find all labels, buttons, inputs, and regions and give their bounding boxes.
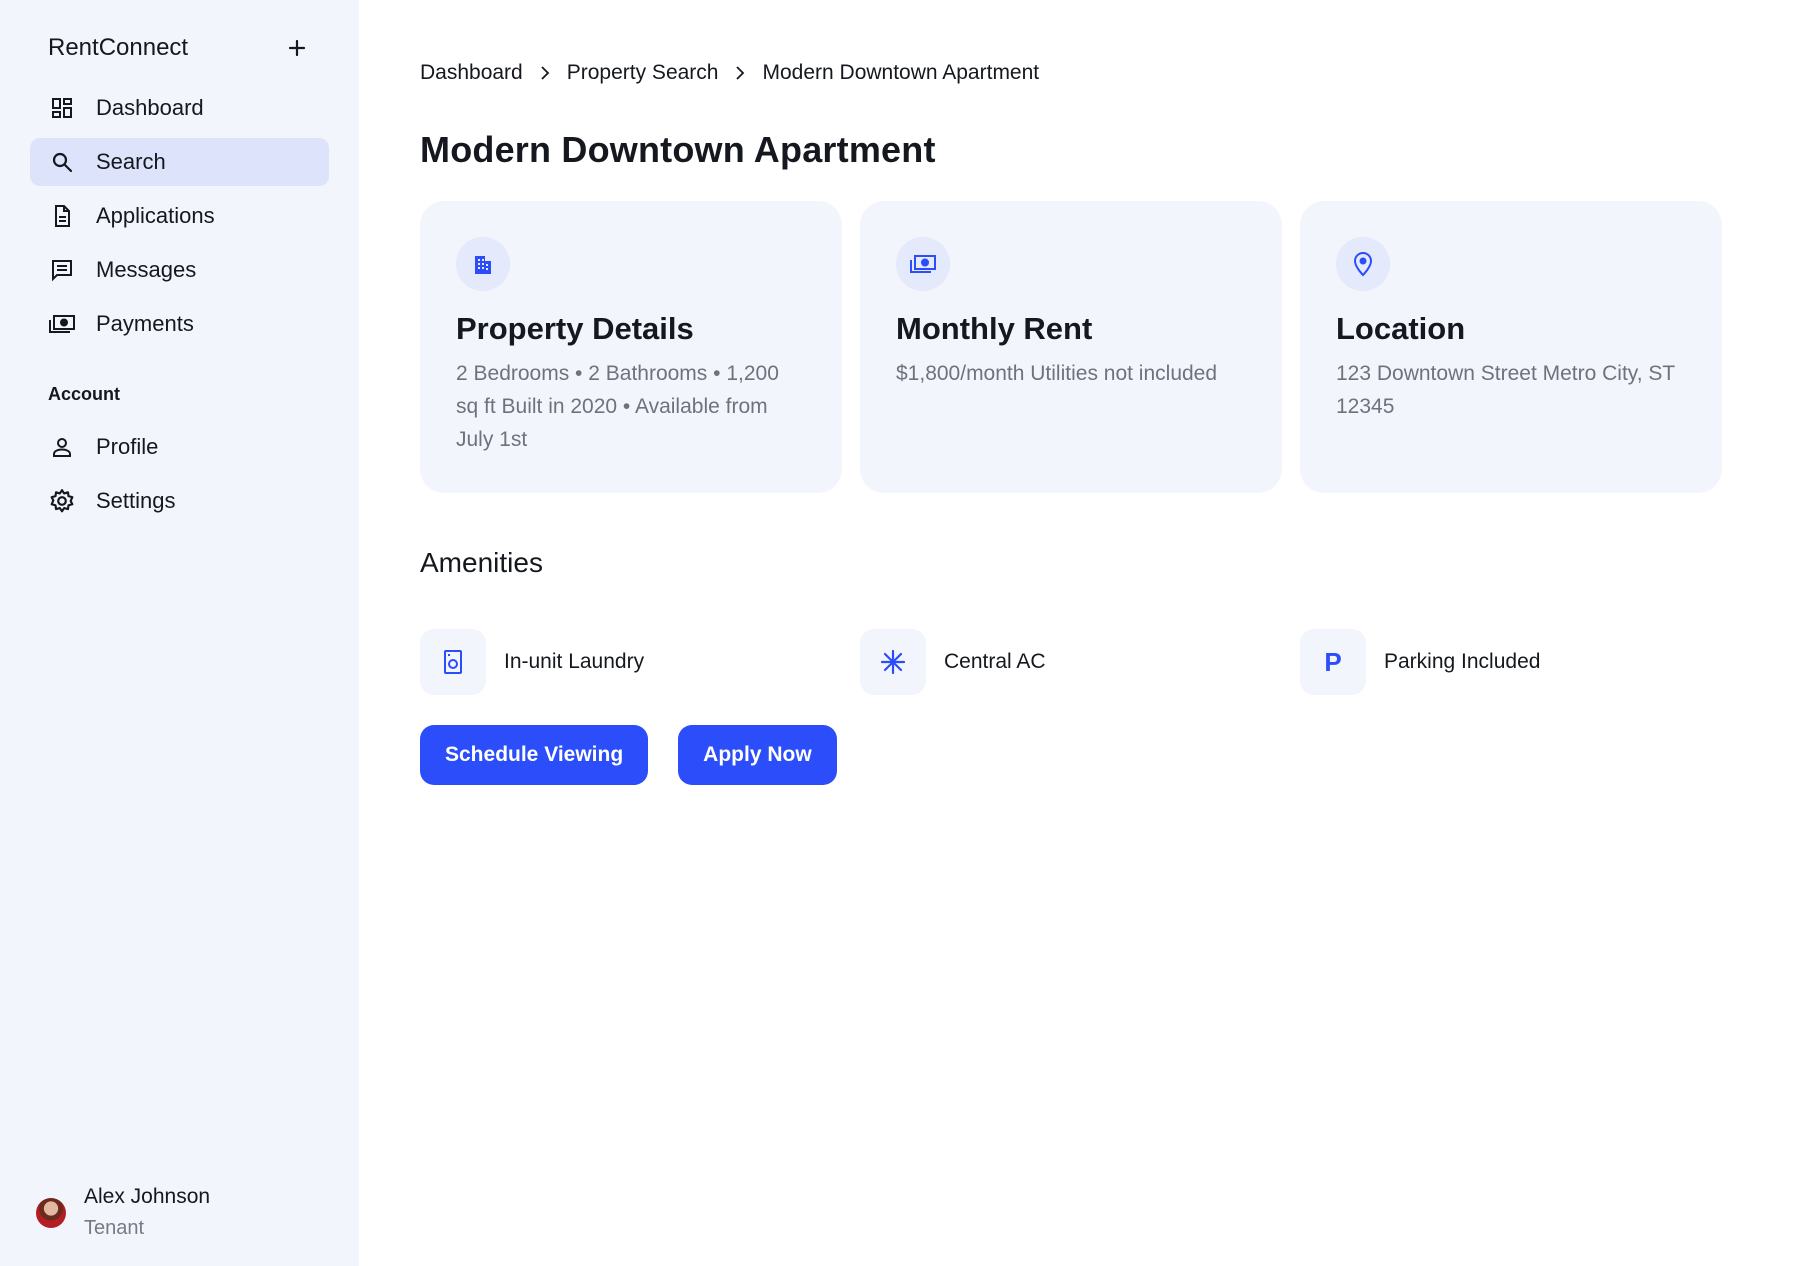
main-content: Dashboard Property Search Modern Downtow…: [359, 0, 1800, 1266]
property-details-card: Property Details 2 Bedrooms • 2 Bathroom…: [420, 201, 842, 493]
amenity-laundry: In-unit Laundry: [420, 629, 860, 695]
sidebar-item-dashboard[interactable]: Dashboard: [30, 84, 329, 132]
sidebar-item-label: Payments: [96, 311, 194, 336]
action-buttons: Schedule Viewing Apply Now: [420, 725, 1740, 785]
breadcrumb-current: Modern Downtown Apartment: [762, 61, 1040, 84]
document-icon: [48, 202, 76, 230]
amenity-label: Parking Included: [1384, 650, 1541, 673]
snowflake-icon: [860, 629, 926, 695]
amenity-label: In-unit Laundry: [504, 650, 645, 673]
amenities-list: In-unit Laundry Central AC P Parking Inc…: [420, 629, 1740, 695]
building-icon: [456, 237, 510, 291]
amenity-label: Central AC: [944, 650, 1046, 673]
sidebar-item-applications[interactable]: Applications: [30, 192, 329, 240]
user-profile[interactable]: Alex Johnson Tenant: [36, 1185, 210, 1240]
account-section-label: Account: [48, 384, 120, 404]
page-title: Modern Downtown Apartment: [420, 129, 936, 170]
location-pin-icon: [1336, 237, 1390, 291]
user-info: Alex Johnson Tenant: [84, 1185, 210, 1240]
sidebar-item-label: Messages: [96, 257, 197, 282]
message-icon: [48, 256, 76, 284]
card-title: Property Details: [456, 311, 694, 346]
money-icon: [896, 237, 950, 291]
sidebar-item-search[interactable]: Search: [30, 138, 329, 186]
amenity-parking: P Parking Included: [1300, 629, 1740, 695]
user-role: Tenant: [84, 1217, 145, 1239]
monthly-rent-card: Monthly Rent $1,800/month Utilities not …: [860, 201, 1282, 493]
parking-icon: P: [1300, 629, 1366, 695]
location-card: Location 123 Downtown Street Metro City,…: [1300, 201, 1722, 493]
dashboard-icon: [48, 94, 76, 122]
sidebar-item-label: Profile: [96, 434, 159, 459]
person-icon: [48, 433, 76, 461]
sidebar-item-label: Settings: [96, 488, 176, 513]
chevron-right-icon: [718, 65, 762, 81]
app-root: RentConnect Dashboard Search Application…: [0, 0, 1800, 1266]
sidebar-item-label: Dashboard: [96, 95, 204, 120]
chevron-right-icon: [523, 65, 567, 81]
parking-glyph: P: [1324, 646, 1342, 677]
sidebar-item-payments[interactable]: Payments: [30, 300, 329, 348]
sidebar-item-profile[interactable]: Profile: [30, 423, 329, 471]
sidebar-nav: Dashboard Search Applications Messages P…: [30, 84, 329, 348]
card-text: 123 Downtown Street Metro City, ST 12345: [1336, 362, 1675, 418]
info-cards: Property Details 2 Bedrooms • 2 Bathroom…: [420, 201, 1740, 493]
brand-row: RentConnect: [30, 24, 329, 72]
card-title: Location: [1336, 311, 1466, 346]
sidebar-item-messages[interactable]: Messages: [30, 246, 329, 294]
washer-icon: [420, 629, 486, 695]
avatar: [36, 1197, 66, 1228]
sidebar-item-label: Applications: [96, 203, 215, 228]
breadcrumb: Dashboard Property Search Modern Downtow…: [420, 54, 1740, 92]
account-nav: Profile Settings: [30, 423, 329, 525]
search-icon: [48, 148, 76, 176]
app-name: RentConnect: [48, 34, 189, 61]
plus-icon: [288, 39, 306, 57]
amenities-title: Amenities: [420, 547, 543, 578]
breadcrumb-property-search[interactable]: Property Search: [567, 61, 719, 85]
apply-now-button[interactable]: Apply Now: [678, 725, 837, 785]
user-name: Alex Johnson: [84, 1185, 211, 1208]
sidebar-item-settings[interactable]: Settings: [30, 477, 329, 525]
sidebar-item-label: Search: [96, 149, 166, 174]
payments-icon: [48, 310, 76, 338]
add-button[interactable]: [283, 34, 311, 62]
card-text: 2 Bedrooms • 2 Bathrooms • 1,200 sq ft B…: [456, 362, 779, 451]
sidebar: RentConnect Dashboard Search Application…: [0, 0, 359, 1266]
amenity-central-ac: Central AC: [860, 629, 1300, 695]
card-title: Monthly Rent: [896, 311, 1093, 346]
card-text: $1,800/month Utilities not included: [896, 362, 1218, 385]
gear-icon: [48, 487, 76, 515]
breadcrumb-dashboard[interactable]: Dashboard: [420, 61, 523, 85]
schedule-viewing-button[interactable]: Schedule Viewing: [420, 725, 649, 785]
